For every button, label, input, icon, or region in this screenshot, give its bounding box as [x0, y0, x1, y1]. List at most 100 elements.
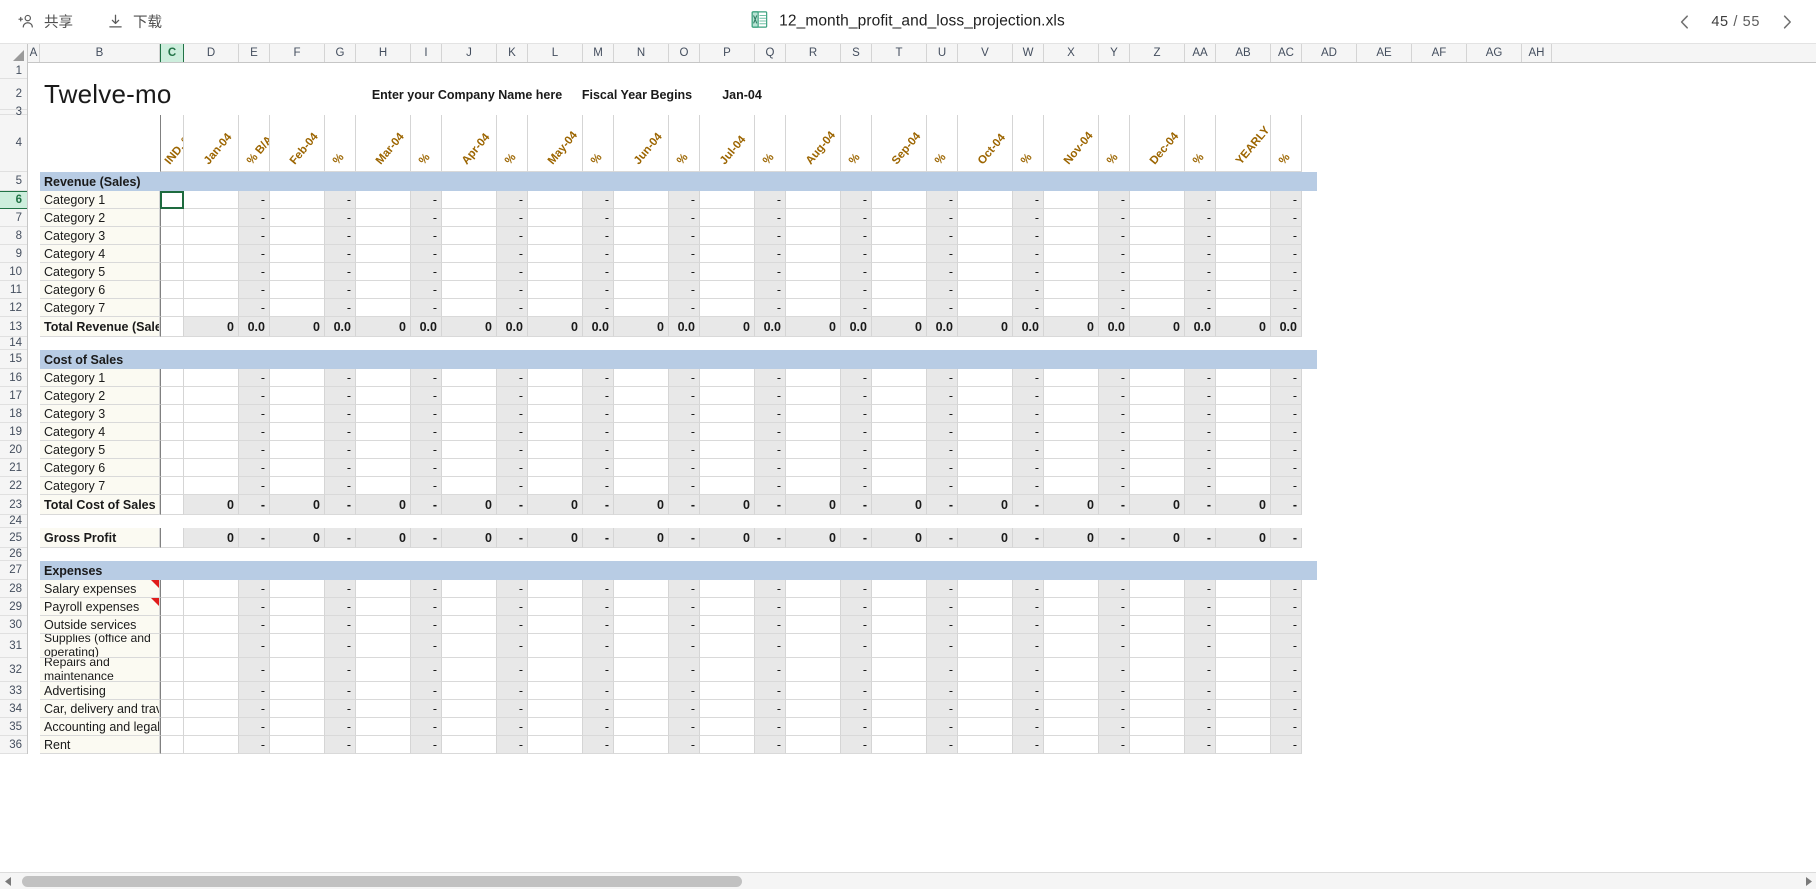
- cell-M25[interactable]: -: [583, 528, 614, 548]
- cell-S12[interactable]: -: [841, 299, 872, 317]
- cell-P33[interactable]: [700, 682, 755, 700]
- cell-N30[interactable]: [614, 616, 669, 634]
- cell-P9[interactable]: [700, 245, 755, 263]
- cell-AC19[interactable]: -: [1271, 423, 1302, 441]
- cell-X16[interactable]: [1044, 369, 1099, 387]
- cell-V36[interactable]: [958, 736, 1013, 754]
- cell-X7[interactable]: [1044, 209, 1099, 227]
- cell-R21[interactable]: [786, 459, 841, 477]
- cell-H16[interactable]: [356, 369, 411, 387]
- cell-F8[interactable]: [270, 227, 325, 245]
- cell-V7[interactable]: [958, 209, 1013, 227]
- cell-D25[interactable]: 0: [184, 528, 239, 548]
- cell-Z25[interactable]: 0: [1130, 528, 1185, 548]
- cell-AC11[interactable]: -: [1271, 281, 1302, 299]
- cell-F22[interactable]: [270, 477, 325, 495]
- cell-M32[interactable]: -: [583, 658, 614, 682]
- cell-E18[interactable]: -: [239, 405, 270, 423]
- download-button[interactable]: 下载: [103, 7, 166, 36]
- cell-E11[interactable]: -: [239, 281, 270, 299]
- cell-E36[interactable]: -: [239, 736, 270, 754]
- cell-R17[interactable]: [786, 387, 841, 405]
- cell-W33[interactable]: -: [1013, 682, 1044, 700]
- cell-N10[interactable]: [614, 263, 669, 281]
- cell-S10[interactable]: -: [841, 263, 872, 281]
- row-header-14[interactable]: 14: [0, 337, 27, 350]
- cell-S31[interactable]: -: [841, 634, 872, 658]
- cell-K11[interactable]: -: [497, 281, 528, 299]
- empty-row[interactable]: [28, 63, 1428, 79]
- cell-F36[interactable]: [270, 736, 325, 754]
- cell-H9[interactable]: [356, 245, 411, 263]
- cell-G6[interactable]: -: [325, 191, 356, 209]
- cell-AB30[interactable]: [1216, 616, 1271, 634]
- column-header-y[interactable]: Y: [1099, 44, 1130, 62]
- cell-Y33[interactable]: -: [1099, 682, 1130, 700]
- cell-V9[interactable]: [958, 245, 1013, 263]
- cell-Q11[interactable]: -: [755, 281, 786, 299]
- cell-N6[interactable]: [614, 191, 669, 209]
- cell-L19[interactable]: [528, 423, 583, 441]
- cell-E23[interactable]: -: [239, 495, 270, 515]
- cell-AC28[interactable]: -: [1271, 580, 1302, 598]
- cell-AB35[interactable]: [1216, 718, 1271, 736]
- column-header-ae[interactable]: AE: [1357, 44, 1412, 62]
- cell-N23[interactable]: 0: [614, 495, 669, 515]
- row-header-35[interactable]: 35: [0, 718, 27, 736]
- cell-Z32[interactable]: [1130, 658, 1185, 682]
- cell-T7[interactable]: [872, 209, 927, 227]
- cell-P11[interactable]: [700, 281, 755, 299]
- cell-P7[interactable]: [700, 209, 755, 227]
- cell-L32[interactable]: [528, 658, 583, 682]
- cell-AB21[interactable]: [1216, 459, 1271, 477]
- cell-J23[interactable]: 0: [442, 495, 497, 515]
- cell-U29[interactable]: -: [927, 598, 958, 616]
- row-header-8[interactable]: 8: [0, 227, 27, 245]
- cell-A15[interactable]: [28, 350, 40, 369]
- cell-G28[interactable]: -: [325, 580, 356, 598]
- cell-L34[interactable]: [528, 700, 583, 718]
- cell-L17[interactable]: [528, 387, 583, 405]
- cell-Q35[interactable]: -: [755, 718, 786, 736]
- cell-L35[interactable]: [528, 718, 583, 736]
- cell-J9[interactable]: [442, 245, 497, 263]
- cell-AB8[interactable]: [1216, 227, 1271, 245]
- cell-M6[interactable]: -: [583, 191, 614, 209]
- rotated-header-J[interactable]: Apr-04: [442, 115, 497, 172]
- row-header-21[interactable]: 21: [0, 459, 27, 477]
- cell-M19[interactable]: -: [583, 423, 614, 441]
- previous-page-button[interactable]: [1673, 11, 1695, 33]
- cell-F21[interactable]: [270, 459, 325, 477]
- cell-AB16[interactable]: [1216, 369, 1271, 387]
- cell-P20[interactable]: [700, 441, 755, 459]
- cell-G21[interactable]: -: [325, 459, 356, 477]
- cell-L9[interactable]: [528, 245, 583, 263]
- cell-O8[interactable]: -: [669, 227, 700, 245]
- cell-L36[interactable]: [528, 736, 583, 754]
- cell-D8[interactable]: [184, 227, 239, 245]
- cell-AB34[interactable]: [1216, 700, 1271, 718]
- cell-V19[interactable]: [958, 423, 1013, 441]
- cell-W29[interactable]: -: [1013, 598, 1044, 616]
- cell-N34[interactable]: [614, 700, 669, 718]
- cell-AC35[interactable]: -: [1271, 718, 1302, 736]
- cell-G22[interactable]: -: [325, 477, 356, 495]
- cell-Z10[interactable]: [1130, 263, 1185, 281]
- rotated-header-Q[interactable]: %: [755, 115, 786, 172]
- cell-H6[interactable]: [356, 191, 411, 209]
- cell-S18[interactable]: -: [841, 405, 872, 423]
- cell-T13[interactable]: 0: [872, 317, 927, 337]
- cell-H22[interactable]: [356, 477, 411, 495]
- cell-Z12[interactable]: [1130, 299, 1185, 317]
- cell-S34[interactable]: -: [841, 700, 872, 718]
- cell-G25[interactable]: -: [325, 528, 356, 548]
- cell-AC18[interactable]: -: [1271, 405, 1302, 423]
- row-label[interactable]: Category 4: [40, 245, 160, 263]
- cell-R33[interactable]: [786, 682, 841, 700]
- column-header-r[interactable]: R: [786, 44, 841, 62]
- row-label[interactable]: Category 2: [40, 387, 160, 405]
- cell-S21[interactable]: -: [841, 459, 872, 477]
- cell-W25[interactable]: -: [1013, 528, 1044, 548]
- cell-P13[interactable]: 0: [700, 317, 755, 337]
- cell-D21[interactable]: [184, 459, 239, 477]
